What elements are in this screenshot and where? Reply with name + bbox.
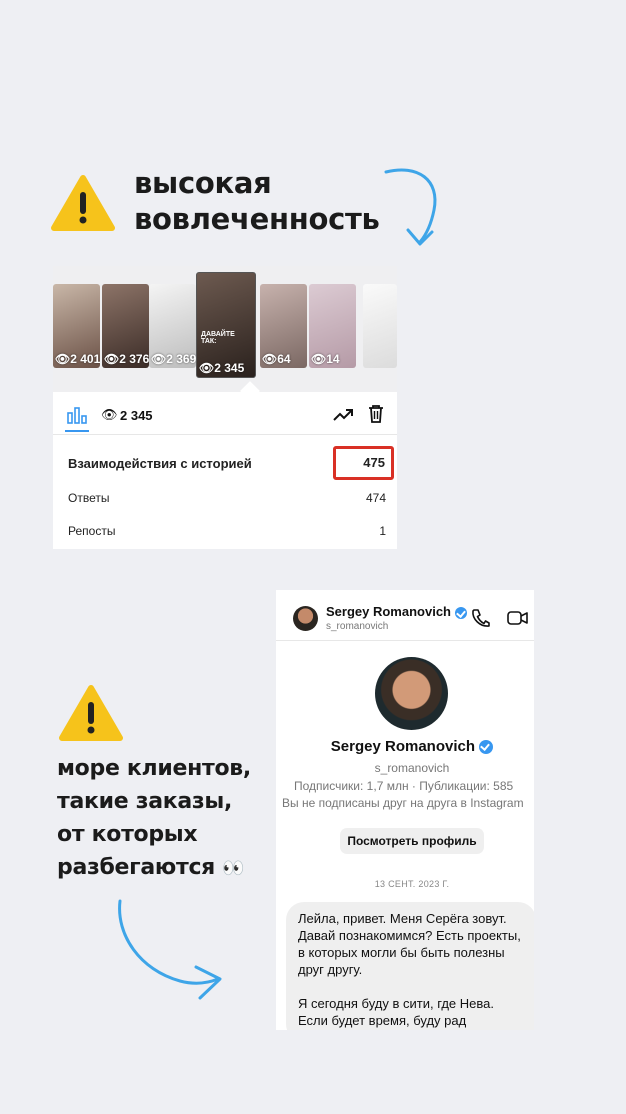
video-call-icon[interactable] <box>507 610 529 626</box>
bar-chart-icon[interactable] <box>67 406 87 424</box>
text-line: от которых <box>57 822 198 847</box>
text-line: море клиентов, <box>57 756 251 781</box>
divider <box>53 434 397 435</box>
active-tab-indicator <box>65 430 89 432</box>
highlight-box <box>333 446 394 480</box>
message-paragraph: Лейла, привет. Меня Серёга зовут. Давай … <box>298 911 521 977</box>
story-thumbnail[interactable]: 👁2 376 <box>102 284 149 368</box>
avatar[interactable] <box>293 606 318 631</box>
chat-date: 13 СЕНТ. 2023 Г. <box>374 879 450 889</box>
text-line: такие заказы, <box>57 789 233 814</box>
views-count: 2 345 <box>120 408 153 423</box>
warning-icon <box>59 685 123 741</box>
eye-icon: 👁 <box>104 352 120 366</box>
profile-username: s_romanovich <box>374 761 450 775</box>
view-profile-button[interactable]: Посмотреть профиль <box>340 828 484 854</box>
curved-arrow-1 <box>384 168 437 246</box>
story-thumbnail[interactable]: 👁2 369 <box>149 284 196 368</box>
text-line: разбегаются 👀 <box>57 855 245 880</box>
eye-icon: 👁 <box>151 352 167 366</box>
headline-line-1: высокая <box>134 166 272 200</box>
story-thumbnail[interactable] <box>363 284 397 368</box>
headline: высокая вовлеченность <box>134 165 380 237</box>
clients-text: море клиентов, такие заказы, от которых … <box>57 752 251 885</box>
warning-icon <box>51 175 115 231</box>
chat-header-username: s_romanovich <box>326 621 389 632</box>
eye-icon: 👁 <box>55 352 71 366</box>
reposts-value: 1 <box>379 524 386 538</box>
replies-label: Ответы <box>68 491 110 505</box>
story-insights-card: 👁2 401 👁2 376 👁2 369 ДАВАЙТЕ ТАК: 👁2 345… <box>53 266 397 549</box>
phone-icon[interactable] <box>470 608 490 628</box>
chat-header-name: Sergey Romanovich <box>326 604 467 619</box>
verified-badge-icon <box>479 740 494 755</box>
divider <box>276 640 534 641</box>
interactions-label: Взаимодействия с историей <box>68 456 252 471</box>
profile-avatar[interactable] <box>375 657 448 730</box>
story-thumbnail[interactable]: 👁64 <box>260 284 307 368</box>
insights-tabs: 👁 2 345 <box>53 394 397 436</box>
eye-icon: 👁 <box>199 361 215 375</box>
replies-value: 474 <box>365 491 386 505</box>
headline-line-2: вовлеченность <box>134 202 380 236</box>
trash-icon[interactable] <box>367 404 385 424</box>
reposts-label: Репосты <box>68 524 116 538</box>
follow-note: Вы не подписаны друг на друга в Instagra… <box>282 796 524 810</box>
profile-name: Sergey Romanovich <box>276 738 534 755</box>
eye-icon: 👁 <box>262 352 278 366</box>
message-paragraph: Я сегодня буду в сити, где Нева. Если бу… <box>298 996 494 1028</box>
message-bubble[interactable]: Лейла, привет. Меня Серёга зовут. Давай … <box>286 902 534 1030</box>
profile-stats: Подписчики: 1,7 млн · Публикации: 585 <box>294 779 514 793</box>
story-thumbnail[interactable]: 👁2 401 <box>53 284 100 368</box>
curved-arrow-2 <box>118 899 222 1000</box>
story-caption: ДАВАЙТЕ ТАК: <box>201 331 235 345</box>
trending-icon[interactable] <box>333 408 353 422</box>
story-thumbnail-strip: 👁2 401 👁2 376 👁2 369 ДАВАЙТЕ ТАК: 👁2 345… <box>53 266 397 392</box>
verified-badge-icon <box>454 606 467 619</box>
eyes-emoji: 👀 <box>222 858 245 879</box>
direct-chat-card: Sergey Romanovich s_romanovich Sergey Ro… <box>276 590 534 1030</box>
story-thumbnail[interactable]: 👁14 <box>309 284 356 368</box>
eye-icon: 👁 <box>101 407 118 422</box>
eye-icon: 👁 <box>311 352 327 366</box>
story-thumbnail-selected[interactable]: ДАВАЙТЕ ТАК: 👁2 345 <box>196 272 256 378</box>
